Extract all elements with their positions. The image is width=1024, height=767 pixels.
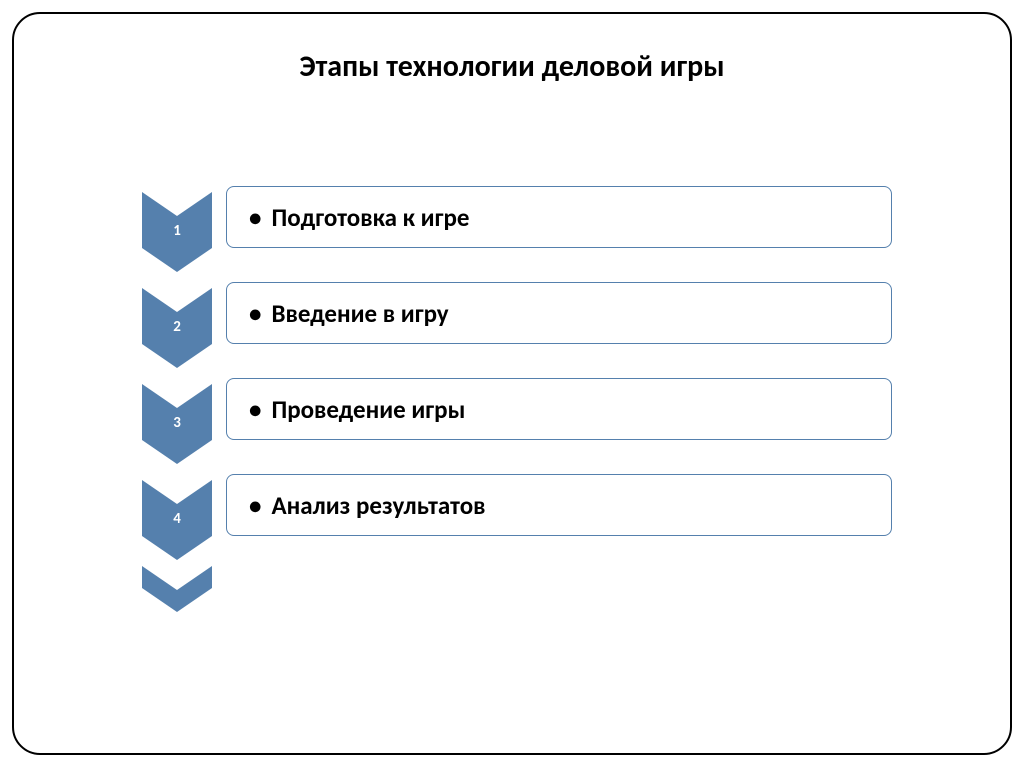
bullet-icon: • bbox=[249, 298, 261, 329]
list-item: 3 • Проведение игры bbox=[142, 378, 902, 462]
step-number: 2 bbox=[142, 318, 212, 336]
chevron-tail-icon bbox=[142, 566, 212, 648]
step-label: Введение в игру bbox=[271, 298, 448, 329]
step-number: 1 bbox=[142, 222, 212, 240]
list-item: 4 • Анализ результатов bbox=[142, 474, 902, 558]
step-text: • Анализ результатов bbox=[226, 474, 892, 536]
slide-frame: Этапы технологии деловой игры 1 • Подгот… bbox=[12, 12, 1012, 755]
list-item: 1 • Подготовка к игре bbox=[142, 186, 902, 270]
step-text: • Проведение игры bbox=[226, 378, 892, 440]
steps-list: 1 • Подготовка к игре 2 • Введение в игр… bbox=[142, 186, 902, 622]
step-text: • Подготовка к игре bbox=[226, 186, 892, 248]
slide-title: Этапы технологии деловой игры bbox=[14, 48, 1010, 85]
list-item: 2 • Введение в игру bbox=[142, 282, 902, 366]
step-text: • Введение в игру bbox=[226, 282, 892, 344]
bullet-icon: • bbox=[249, 202, 261, 233]
step-chevron-icon: 1 bbox=[142, 192, 212, 274]
step-label: Подготовка к игре bbox=[271, 202, 469, 233]
step-chevron-icon: 4 bbox=[142, 480, 212, 562]
step-chevron-icon: 3 bbox=[142, 384, 212, 466]
step-number: 4 bbox=[142, 510, 212, 528]
step-label: Анализ результатов bbox=[271, 490, 485, 521]
step-chevron-icon: 2 bbox=[142, 288, 212, 370]
step-number: 3 bbox=[142, 414, 212, 432]
step-label: Проведение игры bbox=[271, 394, 465, 425]
list-tail bbox=[142, 570, 902, 610]
bullet-icon: • bbox=[249, 490, 261, 521]
bullet-icon: • bbox=[249, 394, 261, 425]
